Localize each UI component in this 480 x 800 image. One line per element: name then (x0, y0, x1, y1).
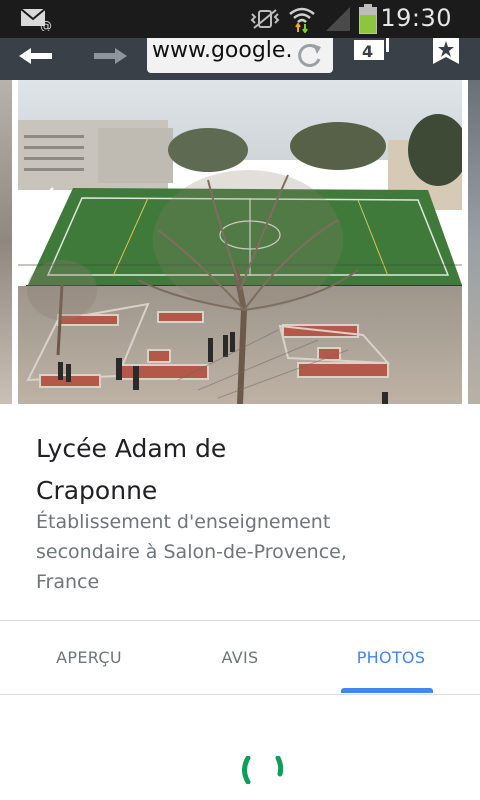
place-description: Établissement d'enseignement secondaire … (36, 511, 347, 593)
previous-photo-preview[interactable] (0, 80, 12, 404)
active-tab-indicator (341, 688, 433, 693)
place-tabs: APERÇU AVIS PHOTOS (0, 621, 480, 694)
bookmark-button[interactable] (424, 38, 468, 80)
tab-apercu[interactable]: APERÇU (9, 621, 169, 694)
back-arrow-icon (19, 48, 52, 64)
school-courtyard-photo (18, 80, 462, 404)
email-notification-icon: @ (20, 8, 52, 31)
tabs-button[interactable]: 4 (350, 38, 394, 80)
reload-icon[interactable] (295, 41, 325, 69)
tab-avis[interactable]: AVIS (160, 621, 320, 694)
url-bar[interactable]: www.google. (147, 38, 333, 73)
photo-back-arrow-icon[interactable] (40, 186, 68, 210)
url-text: www.google. (152, 38, 293, 63)
vibrate-icon (250, 9, 280, 29)
bookmark-icon (433, 38, 459, 64)
tabs-icon: 4 (354, 38, 389, 61)
signal-icon (326, 7, 350, 31)
wifi-icon (289, 7, 315, 33)
svg-text:@: @ (40, 19, 52, 31)
forward-arrow-icon (94, 48, 127, 64)
clock: 19:30 (380, 4, 452, 32)
tab-photos[interactable]: PHOTOS (311, 621, 471, 694)
tabs-divider (0, 694, 480, 695)
loading-spinner-icon (242, 756, 284, 784)
tab-count: 4 (362, 42, 373, 61)
status-bar: @ 19:30 (0, 0, 480, 38)
battery-icon (359, 4, 377, 34)
forward-button[interactable] (88, 38, 132, 80)
place-title: Lycée Adam de Craponne (36, 434, 227, 505)
back-button[interactable] (14, 38, 58, 80)
next-photo-preview[interactable] (468, 80, 480, 404)
photo-carousel[interactable] (0, 80, 480, 404)
